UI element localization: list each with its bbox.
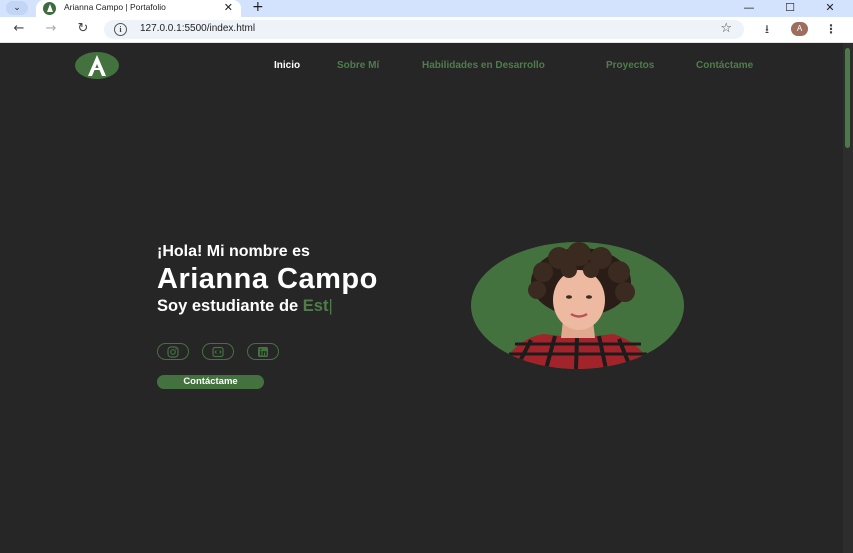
instagram-button[interactable]: [157, 343, 189, 360]
site-logo[interactable]: [75, 52, 119, 79]
bookmark-star-icon[interactable]: ☆: [720, 21, 732, 36]
maximize-icon[interactable]: ☐: [776, 0, 804, 17]
browser-tab[interactable]: Arianna Campo | Portafolio ✕: [36, 0, 241, 17]
typing-cursor: |: [328, 297, 333, 315]
linkedin-button[interactable]: [247, 343, 279, 360]
nav-link-proyectos[interactable]: Proyectos: [606, 60, 654, 71]
back-icon[interactable]: ←: [11, 21, 27, 37]
new-tab-icon[interactable]: +: [252, 0, 264, 15]
hero-greeting: ¡Hola! Mi nombre es: [157, 243, 310, 260]
download-icon[interactable]: ⭳: [759, 21, 775, 37]
hero-role: Soy estudiante de Est|: [157, 297, 333, 316]
hero-name: Arianna Campo: [157, 263, 378, 295]
hero-role-typed: Est: [302, 297, 329, 315]
site-info-icon[interactable]: i: [114, 23, 127, 36]
browser-tab-strip: ⌄ Arianna Campo | Portafolio ✕ + — ☐ ✕: [0, 0, 853, 17]
code-icon: [212, 346, 224, 358]
browser-toolbar: ← → ↻ i 127.0.0.1:5500/index.html ☆ ⭳ ⋮: [0, 17, 853, 43]
profile-photo: [471, 242, 684, 369]
nav-link-habilidades[interactable]: Habilidades en Desarrollo: [422, 60, 545, 71]
nav-link-sobre-mi[interactable]: Sobre Mí: [337, 60, 379, 71]
tab-search-button[interactable]: ⌄: [6, 1, 28, 15]
tab-title: Arianna Campo | Portafolio: [64, 2, 166, 12]
site-favicon-icon: [43, 2, 56, 15]
menu-kebab-icon[interactable]: ⋮: [823, 21, 839, 37]
contact-button[interactable]: Contáctame: [157, 375, 264, 389]
close-window-icon[interactable]: ✕: [816, 0, 844, 17]
minimize-icon[interactable]: —: [735, 0, 763, 17]
portfolio-page: Inicio Sobre Mí Habilidades en Desarroll…: [0, 43, 843, 553]
instagram-icon: [167, 346, 179, 358]
code-profile-button[interactable]: [202, 343, 234, 360]
nav-link-contactame[interactable]: Contáctame: [696, 60, 753, 71]
hero-role-prefix: Soy estudiante de: [157, 297, 299, 315]
forward-icon[interactable]: →: [43, 21, 59, 37]
scrollbar-thumb[interactable]: [845, 48, 850, 148]
nav-link-inicio[interactable]: Inicio: [274, 60, 300, 71]
close-tab-icon[interactable]: ✕: [224, 0, 233, 15]
logo-letter-a-icon: [88, 55, 106, 76]
url-text[interactable]: 127.0.0.1:5500/index.html: [140, 23, 255, 34]
address-bar[interactable]: i 127.0.0.1:5500/index.html ☆: [104, 20, 744, 39]
profile-avatar[interactable]: A: [791, 22, 808, 36]
linkedin-icon: [258, 347, 268, 357]
reload-icon[interactable]: ↻: [75, 21, 91, 37]
page-scrollbar[interactable]: [843, 43, 853, 553]
profile-photo-image: [501, 242, 653, 369]
